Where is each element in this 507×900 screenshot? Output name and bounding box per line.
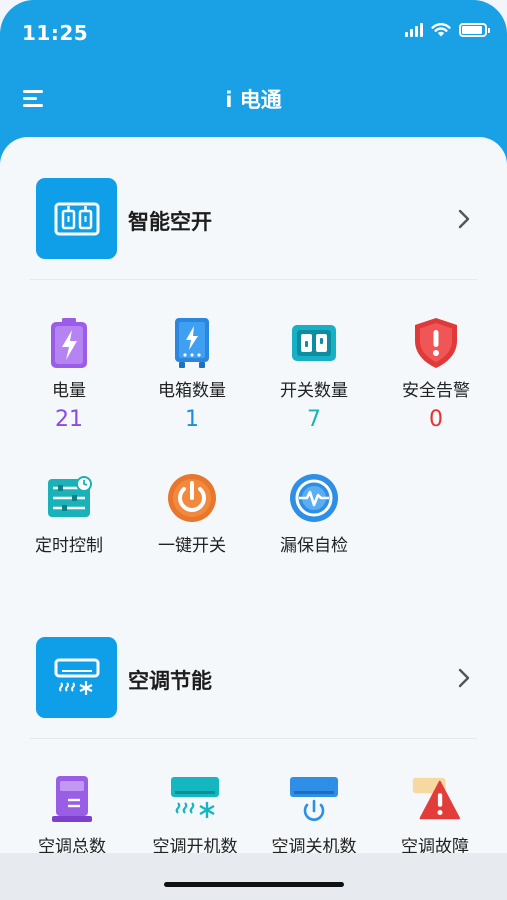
section-title: 空调节能 (128, 669, 212, 693)
stat-switch-count[interactable]: 开关数量 7 (252, 317, 376, 432)
action-leak-self-check[interactable]: 漏保自检 (252, 472, 376, 556)
page-title: i 电通 (225, 88, 282, 112)
stat-value: 1 (185, 407, 199, 432)
ac-fault-icon (409, 773, 461, 825)
divider (30, 738, 477, 739)
chevron-right-icon (458, 668, 470, 688)
stat-label: 开关数量 (280, 381, 348, 401)
status-bar: 11:25 (0, 0, 507, 64)
stat-label: 电箱数量 (158, 381, 226, 401)
stat-ac-on[interactable]: 空调开机数 (133, 773, 257, 857)
stat-value: 21 (55, 407, 83, 432)
electric-box-icon (166, 317, 218, 369)
wifi-icon (431, 23, 451, 37)
status-time: 11:25 (22, 21, 89, 45)
action-one-key-switch[interactable]: 一键开关 (130, 472, 254, 556)
phone-screen: 11:25 i 电通 智能空开 电量 21 电箱数量 1 开关数量 7 安全告警… (0, 0, 507, 900)
leak-check-icon (288, 472, 340, 524)
stat-label: 安全告警 (402, 381, 470, 401)
action-label: 一键开关 (158, 536, 226, 556)
stat-value: 0 (429, 407, 443, 432)
stat-ac-off[interactable]: 空调关机数 (252, 773, 376, 857)
home-bar-area (0, 853, 507, 900)
status-icons (405, 22, 490, 37)
ac-off-icon (288, 773, 340, 825)
alert-shield-icon (410, 317, 462, 369)
stat-safety-alarm[interactable]: 安全告警 0 (374, 317, 498, 432)
stat-value: 7 (307, 407, 321, 432)
cellular-signal-icon (405, 22, 423, 37)
ac-on-icon (169, 773, 221, 825)
section-smart-breaker[interactable]: 智能空开 (0, 178, 507, 262)
ac-unit-total-icon (46, 773, 98, 825)
battery-charge-icon (43, 317, 95, 369)
nav-bar: i 电通 (0, 72, 507, 122)
home-indicator[interactable] (164, 882, 344, 887)
stat-ac-total[interactable]: 空调总数 (10, 773, 134, 857)
divider (30, 279, 477, 280)
air-conditioner-icon (36, 637, 117, 718)
section-title: 智能空开 (128, 210, 212, 234)
action-label: 定时控制 (35, 536, 103, 556)
stat-ac-fault[interactable]: 空调故障 (373, 773, 497, 857)
section-ac-energy[interactable]: 空调节能 (0, 637, 507, 721)
power-button-icon (166, 472, 218, 524)
stat-power[interactable]: 电量 21 (7, 317, 131, 432)
main-content: 智能空开 电量 21 电箱数量 1 开关数量 7 安全告警 0 定时控制 一键开… (0, 137, 507, 900)
stat-label: 电量 (52, 381, 86, 401)
switch-panel-icon (288, 317, 340, 369)
action-label: 漏保自检 (280, 536, 348, 556)
timer-control-icon (43, 472, 95, 524)
action-timer-control[interactable]: 定时控制 (7, 472, 131, 556)
stat-box-count[interactable]: 电箱数量 1 (130, 317, 254, 432)
battery-status-icon (459, 22, 490, 37)
chevron-right-icon (458, 209, 470, 229)
breaker-icon (36, 178, 117, 259)
